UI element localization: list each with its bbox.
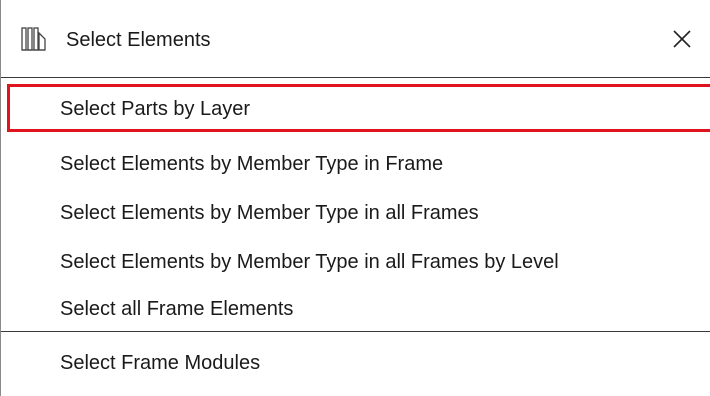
menu-item-label: Select all Frame Elements bbox=[60, 298, 294, 320]
close-icon[interactable] bbox=[670, 27, 694, 51]
menu-item-label: Select Frame Modules bbox=[60, 352, 261, 374]
dialog-title: Select Elements bbox=[66, 29, 211, 51]
menu-item-label: Select Elements by Member Type in all Fr… bbox=[60, 202, 479, 224]
menu-item-all-frame-elements[interactable]: Select all Frame Elements bbox=[1, 297, 710, 321]
menu-item-label: Select Parts by Layer bbox=[60, 98, 251, 120]
menu-item-member-type-in-frame[interactable]: Select Elements by Member Type in Frame bbox=[1, 152, 710, 176]
frame-columns-icon bbox=[21, 27, 46, 51]
select-elements-dialog: Select Elements Select Parts by Layer Se… bbox=[0, 0, 710, 396]
menu-separator bbox=[1, 331, 710, 332]
menu-item-label: Select Elements by Member Type in Frame bbox=[60, 153, 444, 175]
menu-item-label: Select Elements by Member Type in all Fr… bbox=[60, 251, 559, 273]
menu-item-member-type-all-frames[interactable]: Select Elements by Member Type in all Fr… bbox=[1, 201, 710, 225]
title-bar: Select Elements bbox=[1, 0, 710, 78]
menu-item-select-parts-by-layer[interactable]: Select Parts by Layer bbox=[1, 97, 710, 121]
menu-item-member-type-all-frames-by-level[interactable]: Select Elements by Member Type in all Fr… bbox=[1, 250, 710, 274]
menu-item-frame-modules[interactable]: Select Frame Modules bbox=[1, 351, 710, 375]
